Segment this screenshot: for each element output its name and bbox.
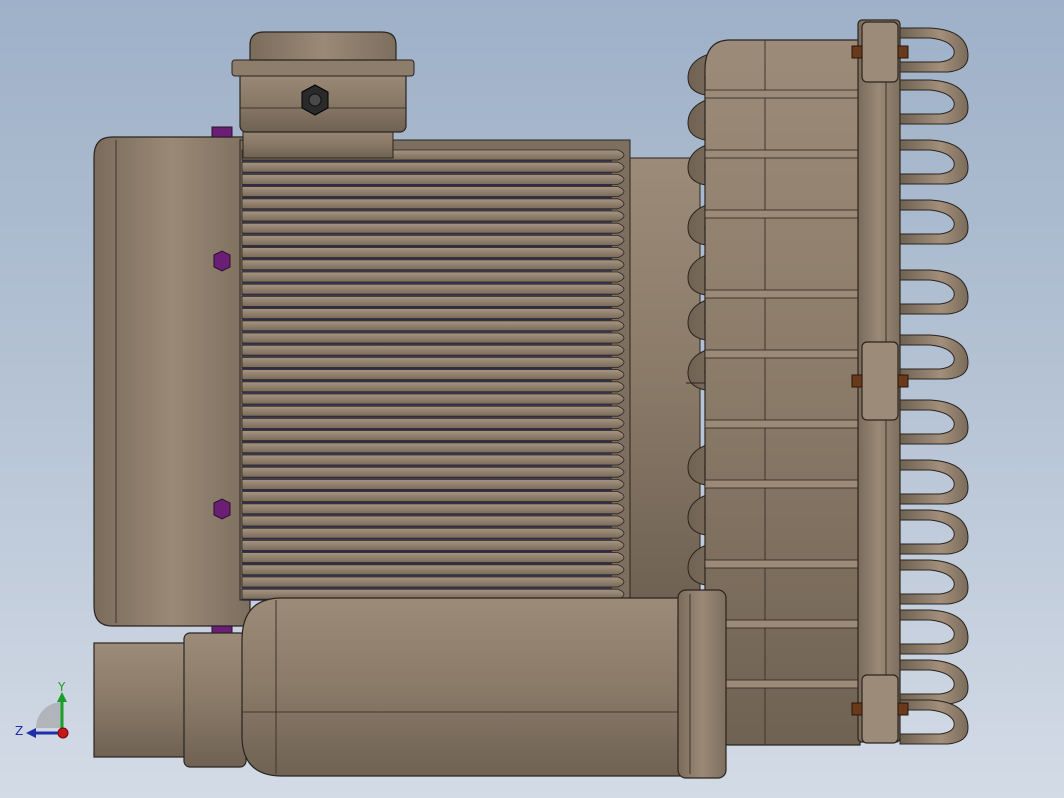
z-axis-label: Z bbox=[15, 724, 23, 738]
motor-fin bbox=[241, 247, 625, 258]
ring-band bbox=[704, 679, 861, 689]
motor-fin bbox=[241, 430, 625, 441]
motor-fin bbox=[241, 503, 625, 515]
motor-fin bbox=[241, 515, 625, 527]
cover-fin-loop bbox=[899, 27, 969, 73]
motor-fin bbox=[241, 186, 625, 197]
motor-fin bbox=[241, 222, 625, 234]
motor-fin bbox=[241, 344, 625, 356]
motor-end-cap[interactable] bbox=[93, 136, 251, 627]
motor-fin bbox=[241, 283, 625, 295]
ring-band bbox=[704, 479, 861, 489]
motor-fin bbox=[241, 308, 625, 319]
clamp-bolt-right bbox=[897, 374, 909, 388]
cover-fin-loop bbox=[899, 659, 969, 705]
motor-fin bbox=[241, 320, 625, 332]
ring-band bbox=[704, 559, 861, 569]
ring-band bbox=[704, 349, 861, 359]
cover-fin-loop bbox=[899, 269, 969, 315]
motor-fin bbox=[241, 235, 625, 246]
cover-fin-loop bbox=[899, 509, 969, 555]
clamp-block bbox=[861, 674, 899, 744]
cover-fin-loop bbox=[899, 459, 969, 505]
cover-fin-loops bbox=[899, 27, 969, 745]
cover-fin-loop bbox=[899, 334, 969, 380]
cover-fin-loop bbox=[899, 139, 969, 185]
motor-fin bbox=[241, 332, 625, 344]
motor-fin bbox=[241, 479, 625, 490]
cable-gland-icon bbox=[301, 84, 329, 116]
motor-fin bbox=[241, 296, 625, 307]
motor-fin bbox=[241, 357, 625, 368]
motor-fin bbox=[241, 454, 625, 466]
motor-fin bbox=[241, 393, 625, 405]
motor-fin bbox=[241, 259, 625, 271]
motor-fin bbox=[241, 381, 625, 393]
ring-band bbox=[704, 209, 861, 219]
cover-fin-loop bbox=[899, 559, 969, 605]
motor-fin bbox=[241, 198, 625, 210]
cover-fin-loop bbox=[899, 399, 969, 445]
motor-fin bbox=[241, 576, 625, 588]
motor-fin bbox=[241, 161, 625, 173]
cover-fin-loop bbox=[899, 199, 969, 245]
clamp-bolt-left bbox=[851, 45, 863, 59]
clamp-bolt-left bbox=[851, 374, 863, 388]
motor-fin bbox=[241, 271, 625, 283]
motor-fin bbox=[241, 491, 625, 502]
clamp-bolt-left bbox=[851, 702, 863, 716]
ring-band bbox=[704, 419, 861, 429]
z-axis-arrowhead bbox=[26, 728, 36, 738]
blower-ring-body[interactable] bbox=[704, 39, 861, 746]
motor-fin bbox=[241, 466, 625, 478]
motor-fin bbox=[241, 552, 625, 563]
motor-fin bbox=[241, 527, 625, 539]
cover-fin-loop bbox=[899, 699, 969, 745]
motor-fin bbox=[241, 564, 625, 576]
clamp-block bbox=[861, 21, 899, 83]
ring-band bbox=[704, 89, 861, 99]
clamp-bolt-right bbox=[897, 45, 909, 59]
triad-plane-icon bbox=[36, 702, 62, 728]
motor-fin bbox=[241, 405, 625, 417]
motor-fin bbox=[241, 174, 625, 185]
clamp-bolt-right bbox=[897, 702, 909, 716]
cad-viewport[interactable]: Y Z bbox=[0, 0, 1064, 798]
motor-fin bbox=[241, 540, 625, 551]
x-axis-origin-icon bbox=[57, 727, 69, 739]
coordinate-triad[interactable]: Y Z bbox=[15, 680, 69, 739]
ring-band bbox=[704, 289, 861, 299]
model-canvas[interactable]: Y Z bbox=[0, 0, 1064, 798]
ring-band bbox=[704, 149, 861, 159]
motor-fin bbox=[241, 210, 625, 222]
motor-fin bbox=[241, 369, 625, 380]
motor-fin bbox=[241, 442, 625, 454]
clamp-block bbox=[861, 341, 899, 421]
ring-band bbox=[704, 619, 861, 629]
motor-fin bbox=[241, 418, 625, 429]
cover-fin-loop bbox=[899, 79, 969, 125]
cover-fin-loop bbox=[899, 609, 969, 655]
y-axis-label: Y bbox=[57, 680, 66, 694]
motor-finned-body[interactable] bbox=[239, 139, 631, 601]
